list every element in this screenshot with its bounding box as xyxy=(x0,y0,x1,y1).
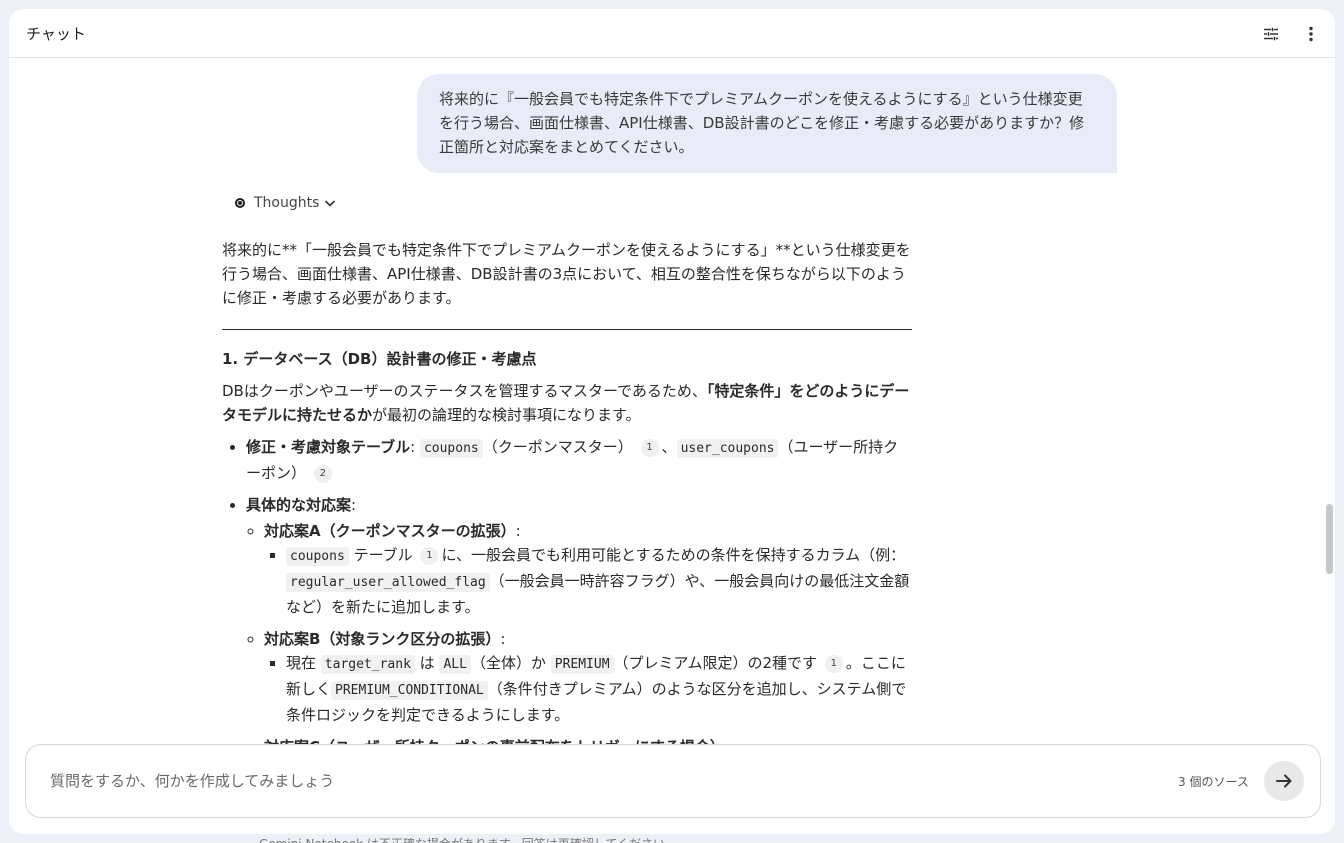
code-inline: ALL xyxy=(439,655,471,674)
text-span: : xyxy=(515,522,521,540)
more-vert-icon xyxy=(1309,26,1313,42)
text-span: : xyxy=(500,630,506,648)
citation-chip[interactable]: 1 xyxy=(824,654,843,673)
thoughts-label: Thoughts xyxy=(254,195,320,211)
user-message: 将来的に『一般会員でも特定条件下でプレミアムクーポンを使えるようにする』という仕… xyxy=(417,74,1117,173)
code-inline: PREMIUM_CONDITIONAL xyxy=(331,681,488,700)
text-span: に、一般会員でも利用可能とするための条件を保持するカラム（例： xyxy=(441,546,906,564)
list-item: 対応案B（対象ランク区分の拡張）: 現在 target_rank は ALL（全… xyxy=(264,627,912,727)
section-heading: 1. データベース（DB）設計書の修正・考慮点 xyxy=(222,350,537,368)
chat-input-box: 3 個のソース xyxy=(25,744,1321,818)
text-span: 、 xyxy=(661,438,677,456)
text-span: DBはクーポンやユーザーのステータスを管理するマスターであるため、 xyxy=(222,382,707,400)
text-span: テーブル xyxy=(353,546,413,564)
bullet-label: 具体的な対応案 xyxy=(246,496,352,514)
text-span: （クーポンマスター） xyxy=(482,438,633,456)
list-item: 現在 target_rank は ALL（全体）か PREMIUM（プレミアム限… xyxy=(286,651,912,727)
sources-count[interactable]: 3 個のソース xyxy=(1178,773,1249,790)
section-paragraph: DBはクーポンやユーザーのステータスを管理するマスターであるため、「特定条件」を… xyxy=(222,379,912,427)
thoughts-toggle[interactable]: Thoughts xyxy=(235,195,337,211)
code-inline: regular_user_allowed_flag xyxy=(286,573,490,592)
list-item: 具体的な対応案: 対応案A（クーポンマスターの拡張）: coupons テーブル… xyxy=(246,493,912,749)
footer-disclaimer: Gemini Notebook は不正確な場合があります。回答は再確認してくださ… xyxy=(259,835,677,843)
more-options-button[interactable] xyxy=(1298,21,1324,47)
code-inline: target_rank xyxy=(320,655,415,674)
bullet-label: 修正・考慮対象テーブル xyxy=(246,438,411,456)
text-span: が最初の論理的な検討事項になります。 xyxy=(372,406,641,424)
sub-sub-list: coupons テーブル 1に、一般会員でも利用可能とするための条件を保持するカ… xyxy=(286,543,912,619)
citation-chip[interactable]: 1 xyxy=(640,438,659,457)
send-button[interactable] xyxy=(1264,761,1304,801)
code-inline: coupons xyxy=(286,547,349,566)
text-span: （全体）か xyxy=(470,654,546,672)
chat-input[interactable] xyxy=(50,767,1130,795)
text-span: は xyxy=(419,654,435,672)
citation-chip[interactable]: 2 xyxy=(313,464,332,483)
text-span: : xyxy=(410,438,416,456)
code-inline: coupons xyxy=(419,439,483,458)
list-item: 修正・考慮対象テーブル: coupons（クーポンマスター） 1、user_co… xyxy=(246,435,912,485)
chat-panel: チャット 将来的に『一般会員でも特定条件下でプレミアムクーポンを使えるようにする… xyxy=(9,9,1335,834)
citation-chip[interactable]: 1 xyxy=(420,546,439,565)
plan-title: 対応案A（クーポンマスターの拡張） xyxy=(264,522,516,540)
bullet-list: 修正・考慮対象テーブル: coupons（クーポンマスター） 1、user_co… xyxy=(246,435,912,749)
text-span: 現在 xyxy=(286,654,317,672)
chat-header: チャット xyxy=(9,9,1335,58)
thoughts-dot-icon xyxy=(235,198,245,208)
text-span: : xyxy=(351,496,357,514)
sub-sub-list: 現在 target_rank は ALL（全体）か PREMIUM（プレミアム限… xyxy=(286,651,912,727)
text-span: （プレミアム限定）の2種です xyxy=(613,654,818,672)
code-inline: user_coupons xyxy=(676,439,779,458)
response-intro: 将来的に**「一般会員でも特定条件下でプレミアムクーポンを使えるようにする」**… xyxy=(222,241,911,307)
divider xyxy=(222,329,912,330)
assistant-response: 将来的に**「一般会員でも特定条件下でプレミアムクーポンを使えるようにする」**… xyxy=(222,238,912,749)
tune-icon xyxy=(1264,27,1278,41)
chat-title: チャット xyxy=(26,24,86,43)
chat-scroll-area[interactable]: 将来的に『一般会員でも特定条件下でプレミアムクーポンを使えるようにする』という仕… xyxy=(9,59,1335,749)
arrow-right-icon xyxy=(1276,774,1292,788)
list-item: coupons テーブル 1に、一般会員でも利用可能とするための条件を保持するカ… xyxy=(286,543,912,619)
sub-list: 対応案A（クーポンマスターの拡張）: coupons テーブル 1に、一般会員で… xyxy=(264,519,912,749)
chevron-down-icon xyxy=(325,200,336,207)
list-item: 対応案A（クーポンマスターの拡張）: coupons テーブル 1に、一般会員で… xyxy=(264,519,912,619)
code-inline: PREMIUM xyxy=(550,655,614,674)
settings-button[interactable] xyxy=(1258,21,1284,47)
scrollbar-thumb[interactable] xyxy=(1326,504,1333,574)
plan-title: 対応案B（対象ランク区分の拡張） xyxy=(264,630,501,648)
